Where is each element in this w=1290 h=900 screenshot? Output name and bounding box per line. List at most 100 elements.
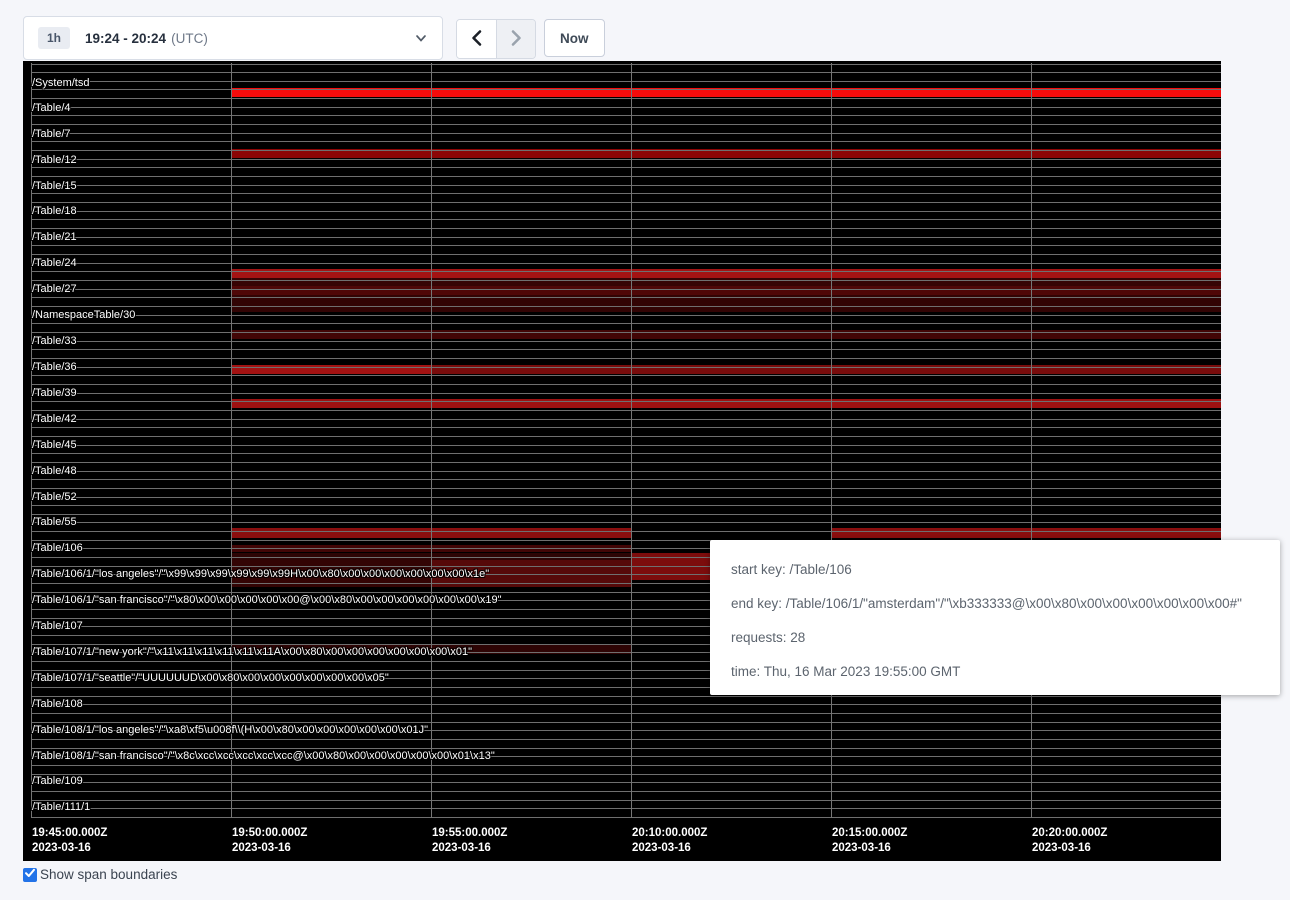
hover-tooltip: start key: /Table/106 end key: /Table/106… [710,540,1280,695]
row-label: /Table/107/1/"new york"/"\x11\x11\x11\x1… [32,646,472,658]
time-gridline [631,63,632,818]
row-label: /Table/108/1/"los angeles"/"\xa8\xf5\u00… [32,724,428,736]
time-window-selector[interactable]: 1h 19:24 - 20:24 (UTC) [23,16,443,60]
next-time-button[interactable] [496,20,535,58]
tooltip-line: start key: /Table/106 [731,559,1259,580]
row-label: /Table/42 [32,413,77,425]
span-boundary-line [31,505,1221,506]
time-gridline [1031,63,1032,818]
show-span-boundaries-label: Show span boundaries [40,867,177,882]
row-label: /Table/109 [32,775,83,787]
span-boundary-line [31,89,1221,90]
span-boundary-line [31,263,1221,264]
x-axis-tick-label: 19:45:00.000Z2023-03-16 [32,826,107,856]
time-gridline [431,63,432,818]
row-label: /Table/106/1/"san francisco"/"\x80\x00\x… [32,594,502,606]
span-boundary-line [31,367,1221,368]
span-boundary-line [31,81,1221,82]
span-boundary-line [31,176,1221,177]
chevron-left-icon [470,29,483,50]
span-boundary-line [31,211,1221,212]
key-visualizer-canvas[interactable]: /System/tsd/Table/4/Table/7/Table/12/Tab… [23,61,1221,861]
span-boundary-line [31,115,1221,116]
span-boundary-line [31,64,1221,65]
span-boundary-line [31,462,1221,463]
span-boundary-line [31,696,1221,697]
span-boundary-line [31,748,1221,749]
span-boundary-line [31,141,1221,142]
show-span-boundaries-checkbox[interactable] [23,868,37,882]
span-boundary-line [31,315,1221,316]
span-boundary-line [31,219,1221,220]
span-boundary-line [31,332,1221,333]
span-boundary-line [31,185,1221,186]
span-boundary-line [31,159,1221,160]
row-label: /Table/48 [32,465,77,477]
span-boundary-line [31,245,1221,246]
span-boundary-line [31,107,1221,108]
span-boundary-line [31,280,1221,281]
time-gridline [231,63,232,818]
row-label: /Table/33 [32,335,77,347]
span-boundary-line [31,453,1221,454]
row-label: /Table/52 [32,491,77,503]
span-boundary-line [31,419,1221,420]
span-boundary-line [31,817,1221,818]
row-label: /Table/111/1 [32,801,90,813]
time-window-range: 19:24 - 20:24 [85,31,166,46]
time-window-preset-badge: 1h [38,27,70,49]
span-boundary-line [31,323,1221,324]
span-boundary-line [31,349,1221,350]
time-nav-group [456,19,536,59]
span-boundary-line [31,193,1221,194]
span-boundary-line [31,124,1221,125]
row-label: /Table/39 [32,387,77,399]
span-boundary-line [31,497,1221,498]
row-label: /Table/107/1/"seattle"/"UUUUUUD\x00\x80\… [32,672,389,684]
row-label: /Table/27 [32,283,77,295]
span-boundary-line [31,98,1221,99]
span-boundary-line [31,436,1221,437]
time-gridline [831,63,832,818]
now-button[interactable]: Now [544,19,605,57]
span-boundary-line [31,289,1221,290]
span-boundary-line [31,739,1221,740]
span-boundary-line [31,427,1221,428]
span-boundary-line [31,522,1221,523]
span-boundary-line [31,254,1221,255]
tooltip-line: end key: /Table/106/1/"amsterdam"/"\xb33… [731,593,1259,614]
span-boundary-line [31,401,1221,402]
row-label: /Table/107 [32,620,83,632]
span-boundary-line [31,514,1221,515]
span-boundary-line [31,341,1221,342]
span-boundary-line [31,306,1221,307]
row-label: /Table/12 [32,154,77,166]
chevron-down-icon [414,31,428,45]
chevron-right-icon [510,29,523,50]
row-label: /Table/106/1/"los angeles"/"\x99\x99\x99… [32,568,489,580]
time-window-zone: (UTC) [171,31,208,46]
span-boundary-line [31,150,1221,151]
span-boundary-line [31,531,1221,532]
span-boundary-line [31,704,1221,705]
span-boundary-line [31,471,1221,472]
row-label: /Table/45 [32,439,77,451]
span-boundary-line [31,445,1221,446]
span-boundary-line [31,237,1221,238]
row-label: /Table/36 [32,361,77,373]
span-boundary-line [31,713,1221,714]
span-boundary-line [31,791,1221,792]
span-boundary-line [31,297,1221,298]
row-label: /Table/7 [32,128,71,140]
span-boundary-line [31,358,1221,359]
span-boundary-line [31,72,1221,73]
span-boundary-line [31,808,1221,809]
row-label: /Table/15 [32,180,77,192]
prev-time-button[interactable] [457,20,496,58]
span-boundary-line [31,202,1221,203]
row-label: /System/tsd [32,77,89,89]
span-boundary-line [31,722,1221,723]
tooltip-line: time: Thu, 16 Mar 2023 19:55:00 GMT [731,661,1259,682]
span-boundary-line [31,271,1221,272]
x-axis-tick-label: 19:50:00.000Z2023-03-16 [232,826,307,856]
